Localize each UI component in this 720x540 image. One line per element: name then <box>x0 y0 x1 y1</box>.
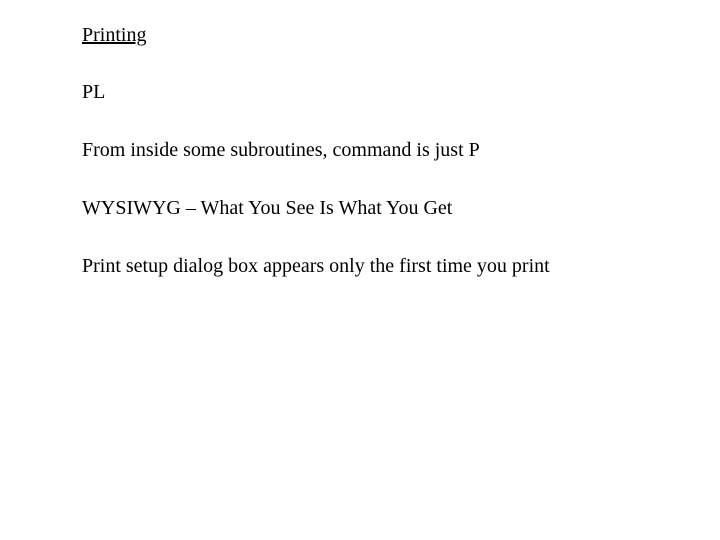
body-line-1: PL <box>82 79 680 105</box>
section-heading: Printing <box>82 24 680 47</box>
body-line-3: WYSIWYG – What You See Is What You Get <box>82 195 680 221</box>
body-line-4: Print setup dialog box appears only the … <box>82 253 680 279</box>
body-line-2: From inside some subroutines, command is… <box>82 137 680 163</box>
